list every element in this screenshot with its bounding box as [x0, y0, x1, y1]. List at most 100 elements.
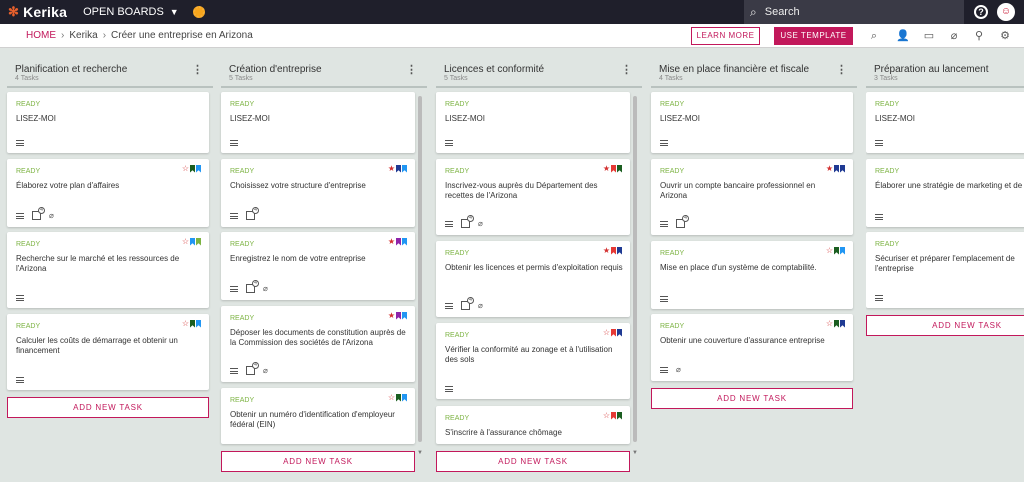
- task-card[interactable]: ☆ READY Obtenir un numéro d'identificati…: [221, 388, 415, 444]
- add-person-icon[interactable]: 👤: [896, 30, 910, 42]
- scroll-down-icon[interactable]: ▼: [417, 450, 423, 456]
- tools-icon[interactable]: ⚲: [972, 30, 986, 42]
- star-filled-icon[interactable]: ★: [603, 164, 610, 173]
- task-card[interactable]: ★ READY Choisissez votre structure d'ent…: [221, 159, 415, 227]
- add-new-task-button[interactable]: ADD NEW TASK: [866, 315, 1024, 336]
- star-outline-icon[interactable]: ☆: [603, 328, 610, 337]
- open-boards-menu[interactable]: OPEN BOARDS ▼: [83, 6, 179, 18]
- bookmark-icon: [840, 246, 845, 255]
- task-card[interactable]: ☆ READY Recherche sur le marché et les r…: [7, 232, 209, 308]
- more-vertical-icon[interactable]: ⋮: [621, 63, 632, 76]
- task-card[interactable]: READY LISEZ-MOI: [651, 92, 853, 153]
- task-card[interactable]: ★ READY Enregistrez le nom de votre entr…: [221, 232, 415, 300]
- column-scrollbar[interactable]: [633, 96, 637, 442]
- task-card[interactable]: READY LISEZ-MOI: [7, 92, 209, 153]
- task-card[interactable]: ★ READY Inscrivez-vous auprès du Départe…: [436, 159, 630, 235]
- task-title: Ouvrir un compte bancaire professionnel …: [660, 181, 816, 200]
- task-card[interactable]: READY LISEZ-MOI: [866, 92, 1024, 153]
- description-icon: [660, 140, 668, 146]
- task-card[interactable]: ☆ READY Mise en place d'un système de co…: [651, 241, 853, 309]
- bookmark-icon: [834, 164, 839, 173]
- breadcrumb-org[interactable]: Kerika: [69, 30, 97, 41]
- add-new-task-button[interactable]: ADD NEW TASK: [7, 397, 209, 418]
- description-icon: [875, 140, 883, 146]
- bookmark-icon: [611, 328, 616, 337]
- task-title: LISEZ-MOI: [660, 114, 701, 123]
- task-card[interactable]: ☆ READY Obtenir une couverture d'assuran…: [651, 314, 853, 381]
- checklist-icon: 4: [461, 215, 474, 228]
- task-card[interactable]: READY Sécuriser et préparer l'emplacemen…: [866, 232, 1024, 308]
- star-filled-icon[interactable]: ★: [826, 164, 833, 173]
- column-title: Licences et conformité: [444, 64, 545, 75]
- learn-more-button[interactable]: LEARN MORE: [691, 27, 760, 45]
- column-title: Mise en place financière et fiscale: [659, 64, 810, 75]
- star-filled-icon[interactable]: ★: [388, 237, 395, 246]
- breadcrumb: HOME › Kerika › Créer une entreprise en …: [26, 30, 253, 41]
- bookmark-icon: [611, 164, 616, 173]
- column-task-count: 5 Tasks: [229, 75, 253, 82]
- search-box[interactable]: ⌕ Search: [744, 0, 964, 24]
- checklist-count: 4: [467, 215, 474, 222]
- add-new-task-button[interactable]: ADD NEW TASK: [651, 388, 853, 409]
- chat-icon[interactable]: ▭: [922, 30, 936, 42]
- add-new-task-button[interactable]: ADD NEW TASK: [436, 451, 630, 472]
- task-card[interactable]: ☆ READY Calculer les coûts de démarrage …: [7, 314, 209, 390]
- column-divider: [436, 86, 642, 88]
- checklist-count: 4: [252, 362, 259, 369]
- search-icon: ⌕: [750, 4, 757, 19]
- star-outline-icon[interactable]: ☆: [603, 411, 610, 420]
- bookmark-icon: [617, 328, 622, 337]
- task-card[interactable]: ★ READY Obtenir les licences et permis d…: [436, 241, 630, 317]
- sun-icon[interactable]: [192, 6, 205, 18]
- help-icon[interactable]: ?: [974, 5, 988, 19]
- description-icon: [16, 295, 24, 301]
- star-outline-icon[interactable]: ☆: [182, 237, 189, 246]
- attachment-icon: ⌀: [263, 284, 268, 293]
- column-scrollbar[interactable]: [418, 96, 422, 442]
- bookmark-icon: [190, 237, 195, 246]
- chevron-right-icon: ›: [102, 30, 107, 41]
- attachment-icon: ⌀: [478, 219, 483, 228]
- star-outline-icon[interactable]: ☆: [388, 393, 395, 402]
- bookmark-icon: [617, 164, 622, 173]
- attachment-icon[interactable]: ⌀: [947, 30, 961, 42]
- star-filled-icon[interactable]: ★: [603, 246, 610, 255]
- description-icon: [445, 302, 453, 309]
- task-card[interactable]: READY Élaborer une stratégie de marketin…: [866, 159, 1024, 227]
- use-template-button[interactable]: USE TEMPLATE: [774, 27, 853, 45]
- breadcrumb-home[interactable]: HOME: [26, 30, 56, 41]
- gear-icon[interactable]: ⚙: [998, 30, 1012, 42]
- add-new-task-button[interactable]: ADD NEW TASK: [221, 451, 415, 472]
- column-title: Planification et recherche: [15, 64, 128, 75]
- task-card[interactable]: READY LISEZ-MOI: [221, 92, 415, 153]
- scroll-down-icon[interactable]: ▼: [632, 450, 638, 456]
- kerika-logo-icon: ✻: [8, 4, 20, 19]
- avatar[interactable]: ☺: [997, 3, 1015, 21]
- task-card[interactable]: ☆ READY Élaborez votre plan d'affaires 4…: [7, 159, 209, 227]
- task-card[interactable]: ☆ READY Vérifier la conformité au zonage…: [436, 323, 630, 399]
- more-vertical-icon[interactable]: ⋮: [836, 63, 847, 76]
- more-vertical-icon[interactable]: ⋮: [192, 63, 203, 76]
- task-card[interactable]: READY LISEZ-MOI: [436, 92, 630, 153]
- star-outline-icon[interactable]: ☆: [826, 246, 833, 255]
- column-planification: Planification et recherche 4 Tasks ⋮ REA…: [7, 60, 213, 418]
- checklist-icon: 4: [246, 207, 259, 220]
- kerika-logo[interactable]: ✻ Kerika: [8, 4, 67, 20]
- star-outline-icon[interactable]: ☆: [826, 319, 833, 328]
- star-filled-icon[interactable]: ★: [388, 164, 395, 173]
- task-card[interactable]: ★ READY Ouvrir un compte bancaire profes…: [651, 159, 853, 235]
- description-icon: [660, 296, 668, 302]
- status-label: READY: [230, 168, 255, 175]
- more-vertical-icon[interactable]: ⋮: [406, 63, 417, 76]
- task-card[interactable]: ★ READY Déposer les documents de constit…: [221, 306, 415, 382]
- star-filled-icon[interactable]: ★: [388, 311, 395, 320]
- task-card[interactable]: ☆ READY S'inscrire à l'assurance chômage: [436, 406, 630, 444]
- bookmark-icon: [840, 319, 845, 328]
- breadcrumb-board: Créer une entreprise en Arizona: [111, 30, 253, 41]
- status-label: READY: [16, 168, 41, 175]
- task-title: LISEZ-MOI: [445, 114, 486, 123]
- checklist-icon: 4: [32, 207, 45, 220]
- search-icon[interactable]: ⌕: [867, 30, 881, 42]
- star-outline-icon[interactable]: ☆: [182, 164, 189, 173]
- star-outline-icon[interactable]: ☆: [182, 319, 189, 328]
